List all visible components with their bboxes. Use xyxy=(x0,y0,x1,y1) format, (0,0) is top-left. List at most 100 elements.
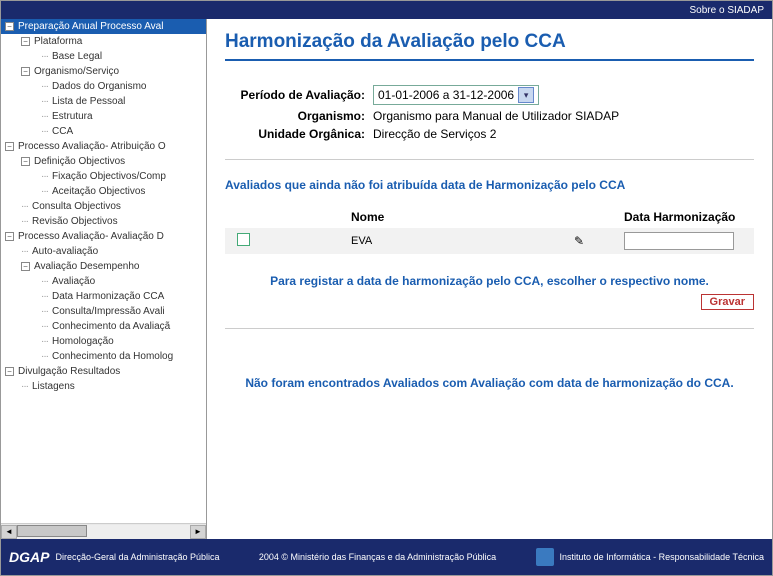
tree-item-19[interactable]: Consulta/Impressão Avali xyxy=(1,304,206,319)
tree-item-23[interactable]: −Divulgação Resultados xyxy=(1,364,206,379)
tree-toggle-icon[interactable]: − xyxy=(5,22,14,31)
footer-mid: 2004 © Ministério das Finanças e da Admi… xyxy=(220,552,536,562)
tree-item-label: Avaliação Desempenho xyxy=(34,261,139,272)
tree-item-0[interactable]: −Preparação Anual Processo Aval xyxy=(1,19,206,34)
tree-toggle-icon[interactable]: − xyxy=(5,367,14,376)
period-value: 01-01-2006 a 31-12-2006 xyxy=(378,88,514,102)
tree-item-17[interactable]: Avaliação xyxy=(1,274,206,289)
tree-dot-icon xyxy=(41,276,48,287)
tree-item-label: Fixação Objectivos/Comp xyxy=(52,171,166,182)
scroll-thumb[interactable] xyxy=(17,525,87,537)
tree-dot-icon xyxy=(41,171,48,182)
tree-item-label: Aceitação Objectivos xyxy=(52,186,145,197)
tree-item-5[interactable]: Lista de Pessoal xyxy=(1,94,206,109)
tree-dot-icon xyxy=(41,81,48,92)
footer-left: Direcção-Geral da Administração Pública xyxy=(55,552,219,562)
col-data: Data Harmonização xyxy=(624,210,754,224)
tree-item-10[interactable]: Fixação Objectivos/Comp xyxy=(1,169,206,184)
tree-item-label: Definição Objectivos xyxy=(34,156,125,167)
row-checkbox[interactable] xyxy=(237,233,250,246)
scroll-track[interactable] xyxy=(17,525,190,539)
table-header: Nome Data Harmonização xyxy=(225,206,754,228)
tree-toggle-icon[interactable]: − xyxy=(21,157,30,166)
tree-item-label: Divulgação Resultados xyxy=(18,366,120,377)
tree-item-label: Consulta/Impressão Avali xyxy=(52,306,165,317)
tree-item-9[interactable]: −Definição Objectivos xyxy=(1,154,206,169)
tree-item-12[interactable]: Consulta Objectivos xyxy=(1,199,206,214)
tree-item-6[interactable]: Estrutura xyxy=(1,109,206,124)
notice-text: Não foram encontrados Avaliados com Aval… xyxy=(225,374,754,392)
tree-item-label: Lista de Pessoal xyxy=(52,96,125,107)
org-label: Organismo: xyxy=(225,109,365,123)
scroll-right-icon[interactable]: ► xyxy=(190,525,206,539)
tree-item-15[interactable]: Auto-avaliação xyxy=(1,244,206,259)
tree-item-label: Revisão Objectivos xyxy=(32,216,118,227)
tree-toggle-icon[interactable]: − xyxy=(21,37,30,46)
tree-item-16[interactable]: −Avaliação Desempenho xyxy=(1,259,206,274)
tree-dot-icon xyxy=(21,216,28,227)
tree-dot-icon xyxy=(41,96,48,107)
tree-item-label: CCA xyxy=(52,126,73,137)
nav-tree: −Preparação Anual Processo Aval−Platafor… xyxy=(1,19,206,523)
footer-right-icon xyxy=(536,548,554,566)
scroll-left-icon[interactable]: ◄ xyxy=(1,525,17,539)
tree-item-2[interactable]: Base Legal xyxy=(1,49,206,64)
tree-item-label: Processo Avaliação- Avaliação D xyxy=(18,231,164,242)
tree-toggle-icon[interactable]: − xyxy=(21,262,30,271)
tree-toggle-icon[interactable]: − xyxy=(5,142,14,151)
date-input[interactable] xyxy=(624,232,734,250)
tree-item-4[interactable]: Dados do Organismo xyxy=(1,79,206,94)
app-window: Sobre o SIADAP −Preparação Anual Process… xyxy=(0,0,773,576)
tree-item-label: Base Legal xyxy=(52,51,102,62)
tree-dot-icon xyxy=(21,246,28,257)
tree-item-24[interactable]: Listagens xyxy=(1,379,206,394)
divider-2 xyxy=(225,328,754,329)
tree-item-21[interactable]: Homologação xyxy=(1,334,206,349)
tree-item-1[interactable]: −Plataforma xyxy=(1,34,206,49)
unit-label: Unidade Orgânica: xyxy=(225,127,365,141)
save-button[interactable]: Gravar xyxy=(701,294,754,310)
tree-item-3[interactable]: −Organismo/Serviço xyxy=(1,64,206,79)
tree-item-7[interactable]: CCA xyxy=(1,124,206,139)
tree-toggle-icon[interactable]: − xyxy=(5,232,14,241)
instruction-text: Para registar a data de harmonização pel… xyxy=(225,274,754,288)
tree-dot-icon xyxy=(41,336,48,347)
footer-right: Instituto de Informática - Responsabilid… xyxy=(536,548,764,566)
tree-dot-icon xyxy=(21,381,28,392)
tree-item-13[interactable]: Revisão Objectivos xyxy=(1,214,206,229)
tree-item-22[interactable]: Conhecimento da Homolog xyxy=(1,349,206,364)
about-link[interactable]: Sobre o SIADAP xyxy=(690,5,764,16)
unit-value: Direcção de Serviços 2 xyxy=(373,127,496,141)
page-title: Harmonização da Avaliação pelo CCA xyxy=(225,31,754,61)
tree-item-label: Avaliação xyxy=(52,276,95,287)
tree-item-label: Preparação Anual Processo Aval xyxy=(18,21,163,32)
edit-icon[interactable]: ✎ xyxy=(574,234,584,248)
tree-dot-icon xyxy=(41,111,48,122)
tree-item-8[interactable]: −Processo Avaliação- Atribuição O xyxy=(1,139,206,154)
tree-dot-icon xyxy=(41,291,48,302)
tree-item-20[interactable]: Conhecimento da Avaliaçã xyxy=(1,319,206,334)
footer-logo: DGAP xyxy=(9,549,49,565)
row-name[interactable]: EVA xyxy=(351,235,372,247)
period-select[interactable]: 01-01-2006 a 31-12-2006 ▾ xyxy=(373,85,539,105)
tree-item-14[interactable]: −Processo Avaliação- Avaliação D xyxy=(1,229,206,244)
sidebar-hscroll[interactable]: ◄ ► xyxy=(1,523,206,539)
tree-dot-icon xyxy=(41,351,48,362)
tree-item-label: Organismo/Serviço xyxy=(34,66,119,77)
chevron-down-icon[interactable]: ▾ xyxy=(518,87,534,103)
main-content: Harmonização da Avaliação pelo CCA Perío… xyxy=(207,19,772,539)
tree-item-11[interactable]: Aceitação Objectivos xyxy=(1,184,206,199)
avaliados-table: Nome Data Harmonização EVA ✎ xyxy=(225,206,754,254)
table-row: EVA ✎ xyxy=(225,228,754,254)
topbar: Sobre o SIADAP xyxy=(1,1,772,19)
tree-item-label: Consulta Objectivos xyxy=(32,201,121,212)
divider xyxy=(225,159,754,160)
tree-toggle-icon[interactable]: − xyxy=(21,67,30,76)
tree-item-18[interactable]: Data Harmonização CCA xyxy=(1,289,206,304)
tree-item-label: Data Harmonização CCA xyxy=(52,291,164,302)
tree-item-label: Homologação xyxy=(52,336,114,347)
col-nome: Nome xyxy=(261,210,624,224)
sidebar: −Preparação Anual Processo Aval−Platafor… xyxy=(1,19,207,539)
tree-item-label: Conhecimento da Homolog xyxy=(52,351,173,362)
tree-item-label: Plataforma xyxy=(34,36,82,47)
